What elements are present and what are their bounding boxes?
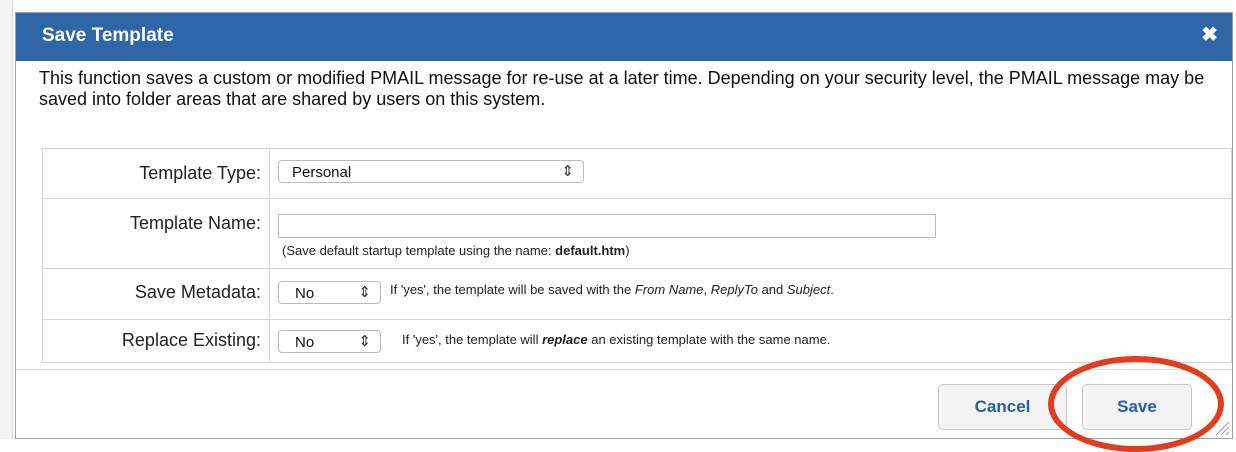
save-template-dialog: Save Template ✖ This function saves a cu… — [15, 12, 1233, 439]
select-caret-icon: ⇕ — [358, 333, 371, 350]
footer-divider — [16, 369, 1232, 370]
template-type-select[interactable]: Personal ⇕ — [278, 160, 584, 183]
template-type-row: Template Type: Personal ⇕ — [42, 148, 1232, 199]
cancel-button[interactable]: Cancel — [938, 384, 1067, 430]
resize-grip-icon[interactable] — [1212, 418, 1230, 436]
replace-existing-hint: If 'yes', the template will replace an e… — [402, 332, 831, 347]
template-type-label: Template Type: — [139, 163, 261, 183]
save-metadata-row: Save Metadata: No ⇕ If 'yes', the templa… — [42, 268, 1232, 320]
save-metadata-label: Save Metadata: — [134, 282, 261, 302]
replace-existing-value: No — [295, 334, 315, 351]
template-name-hint: (Save default startup template using the… — [282, 243, 630, 258]
template-name-label: Template Name: — [129, 213, 261, 233]
dialog-description: This function saves a custom or modified… — [39, 68, 1205, 109]
template-name-input[interactable] — [278, 214, 936, 238]
replace-existing-label: Replace Existing: — [121, 330, 261, 350]
select-caret-icon: ⇕ — [358, 284, 371, 301]
save-metadata-select[interactable]: No ⇕ — [278, 281, 381, 304]
template-form: Template Type: Personal ⇕ Template Name:… — [42, 148, 1232, 363]
template-name-row: Template Name: (Save default startup tem… — [42, 198, 1232, 269]
template-type-value: Personal — [292, 164, 352, 181]
dialog-title-bar: Save Template ✖ — [16, 13, 1232, 61]
replace-existing-select[interactable]: No ⇕ — [278, 330, 381, 353]
save-metadata-hint: If 'yes', the template will be saved wit… — [390, 282, 834, 297]
background-page-edge — [0, 0, 13, 439]
replace-existing-row: Replace Existing: No ⇕ If 'yes', the tem… — [42, 319, 1232, 363]
select-caret-icon: ⇕ — [561, 163, 574, 180]
close-icon[interactable]: ✖ — [1201, 25, 1218, 45]
dialog-title: Save Template — [42, 25, 174, 46]
save-button[interactable]: Save — [1082, 384, 1192, 430]
save-metadata-value: No — [295, 285, 315, 302]
